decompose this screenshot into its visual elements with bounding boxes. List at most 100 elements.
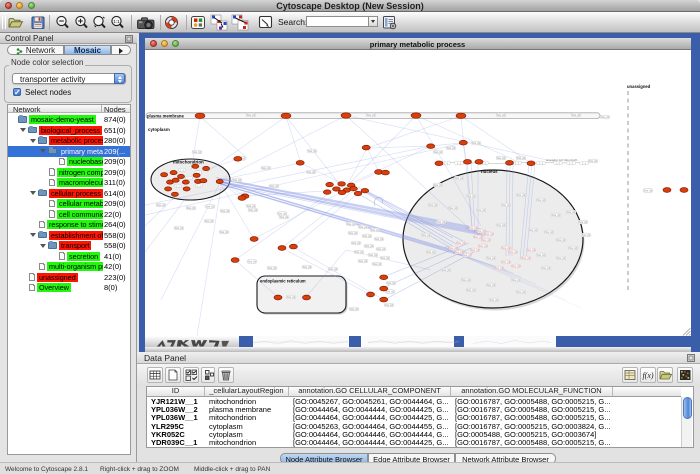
svg-text:Site (d): Site (d) [516,290,525,294]
svg-text:Site (d): Site (d) [433,183,442,187]
svg-text:Site (d): Site (d) [466,194,475,198]
svg-text:Site (d): Site (d) [247,260,256,264]
svg-text:Site (d): Site (d) [536,198,545,202]
svg-text:Site (d): Site (d) [568,246,577,250]
svg-text:[...]: [...] [582,161,586,165]
svg-text:[...]: [...] [539,161,543,165]
svg-text:Site (d): Site (d) [528,228,537,232]
svg-text:Site (d): Site (d) [578,220,587,224]
svg-text:[...]: [...] [444,161,448,165]
svg-text:Site (d): Site (d) [508,250,517,254]
svg-text:[..]: [..] [187,176,190,180]
svg-text:plasma membrane: plasma membrane [147,113,184,118]
svg-text:Site (d): Site (d) [516,156,525,160]
svg-text:Site (d): Site (d) [462,253,471,257]
svg-text:Site (d): Site (d) [526,248,535,252]
svg-text:Site (d): Site (d) [261,166,270,170]
svg-text:Site (d): Site (d) [456,241,465,245]
svg-text:Site (d): Site (d) [364,244,373,248]
svg-text:Site (d): Site (d) [486,256,495,260]
svg-text:Site (d): Site (d) [286,295,295,299]
svg-text:Site (d): Site (d) [478,244,487,248]
svg-text:Site (d): Site (d) [220,209,229,213]
svg-text:Site (d): Site (d) [351,241,360,245]
svg-text:[..]: [..] [180,168,183,172]
svg-text:cytoplasm: cytoplasm [148,127,170,132]
svg-text:Site (d): Site (d) [461,278,470,282]
svg-text:Site (d): Site (d) [346,222,355,226]
svg-text:Site (d): Site (d) [501,260,510,264]
svg-text:Site (d): Site (d) [174,226,183,230]
svg-text:Site (d): Site (d) [433,150,442,154]
svg-text:Site (d): Site (d) [358,225,367,229]
svg-text:Site (d): Site (d) [349,307,358,311]
svg-text:Site (d): Site (d) [448,206,457,210]
svg-text:Site (d): Site (d) [436,220,445,224]
svg-text:Site (d): Site (d) [370,228,379,232]
svg-text:[..]: [..] [176,184,179,188]
svg-text:f(x): f(x) [642,371,653,380]
svg-text:[...]: [...] [457,161,461,165]
svg-text:Site (d): Site (d) [481,238,490,242]
svg-text:Site (d): Site (d) [279,215,288,219]
svg-text:1:1: 1:1 [113,19,120,24]
svg-text:Site (d): Site (d) [581,233,590,237]
svg-text:Site (d): Site (d) [328,267,337,271]
svg-text:Site (d): Site (d) [501,246,510,250]
svg-text:Site (d): Site (d) [544,230,553,234]
svg-text:Site (d): Site (d) [232,178,241,182]
svg-text:Site (d): Site (d) [204,219,213,223]
svg-text:Site (d): Site (d) [306,170,315,174]
svg-text:Site (d): Site (d) [372,262,381,266]
svg-text:Site (d): Site (d) [428,203,437,207]
svg-text:Site (d): Site (d) [471,141,480,145]
svg-text:Site (d): Site (d) [205,205,214,209]
svg-text:Site (d): Site (d) [358,259,367,263]
svg-text:Site (d): Site (d) [192,150,201,154]
svg-text:Site (d): Site (d) [566,210,575,214]
svg-text:Site (d): Site (d) [248,208,257,212]
svg-text:Site (d): Site (d) [376,247,385,251]
svg-text:Site (d): Site (d) [448,246,457,250]
svg-text:Site (d): Site (d) [494,266,503,270]
svg-text:Site (d): Site (d) [246,204,255,208]
svg-text:[...]: [...] [515,161,519,165]
svg-text:Site (d): Site (d) [269,184,278,188]
svg-text:Site (d): Site (d) [354,250,363,254]
svg-text:Site (d): Site (d) [486,283,495,287]
svg-text:mitochondrion: mitochondrion [173,160,204,165]
svg-text:Site (d): Site (d) [600,115,609,119]
svg-text:Site (d): Site (d) [384,303,393,307]
svg-text:Site (d): Site (d) [348,231,357,235]
svg-text:annotation.GO CELLULAR...: annotation.GO CELLULAR... [546,158,579,162]
svg-text:Site (d): Site (d) [421,233,430,237]
svg-text:[..]: [..] [197,184,200,188]
svg-text:nucleus: nucleus [481,169,498,174]
svg-text:Site (d): Site (d) [386,281,395,285]
svg-text:Site (d): Site (d) [302,265,311,269]
svg-text:Site (d): Site (d) [366,113,375,117]
svg-text:Site (d): Site (d) [484,232,493,236]
svg-text:Site (d): Site (d) [267,266,276,270]
svg-text:Site (d): Site (d) [470,248,479,252]
svg-text:Site (d): Site (d) [511,278,520,282]
svg-text:Site (d): Site (d) [521,256,530,260]
svg-text:Site (d): Site (d) [496,223,505,227]
svg-text:Site (d): Site (d) [466,288,475,292]
svg-text:Site (d): Site (d) [643,189,652,193]
svg-text:Site (d): Site (d) [186,206,195,210]
svg-text:Site (d): Site (d) [380,256,389,260]
svg-text:Site (d): Site (d) [511,264,520,268]
svg-text:Site (d): Site (d) [156,203,165,207]
svg-text:Site (d): Site (d) [489,298,498,302]
svg-text:Site (d): Site (d) [501,203,510,207]
svg-text:Site (d): Site (d) [516,193,525,197]
svg-text:Site (d): Site (d) [588,159,597,163]
svg-text:Site (d): Site (d) [551,213,560,217]
svg-text:Site (d): Site (d) [426,250,435,254]
svg-text:Site (d): Site (d) [476,208,485,212]
svg-text:Site (d): Site (d) [571,113,580,117]
svg-text:Site (d): Site (d) [556,256,565,260]
svg-text:Site (d): Site (d) [496,113,505,117]
svg-text:Site (d): Site (d) [556,238,565,242]
